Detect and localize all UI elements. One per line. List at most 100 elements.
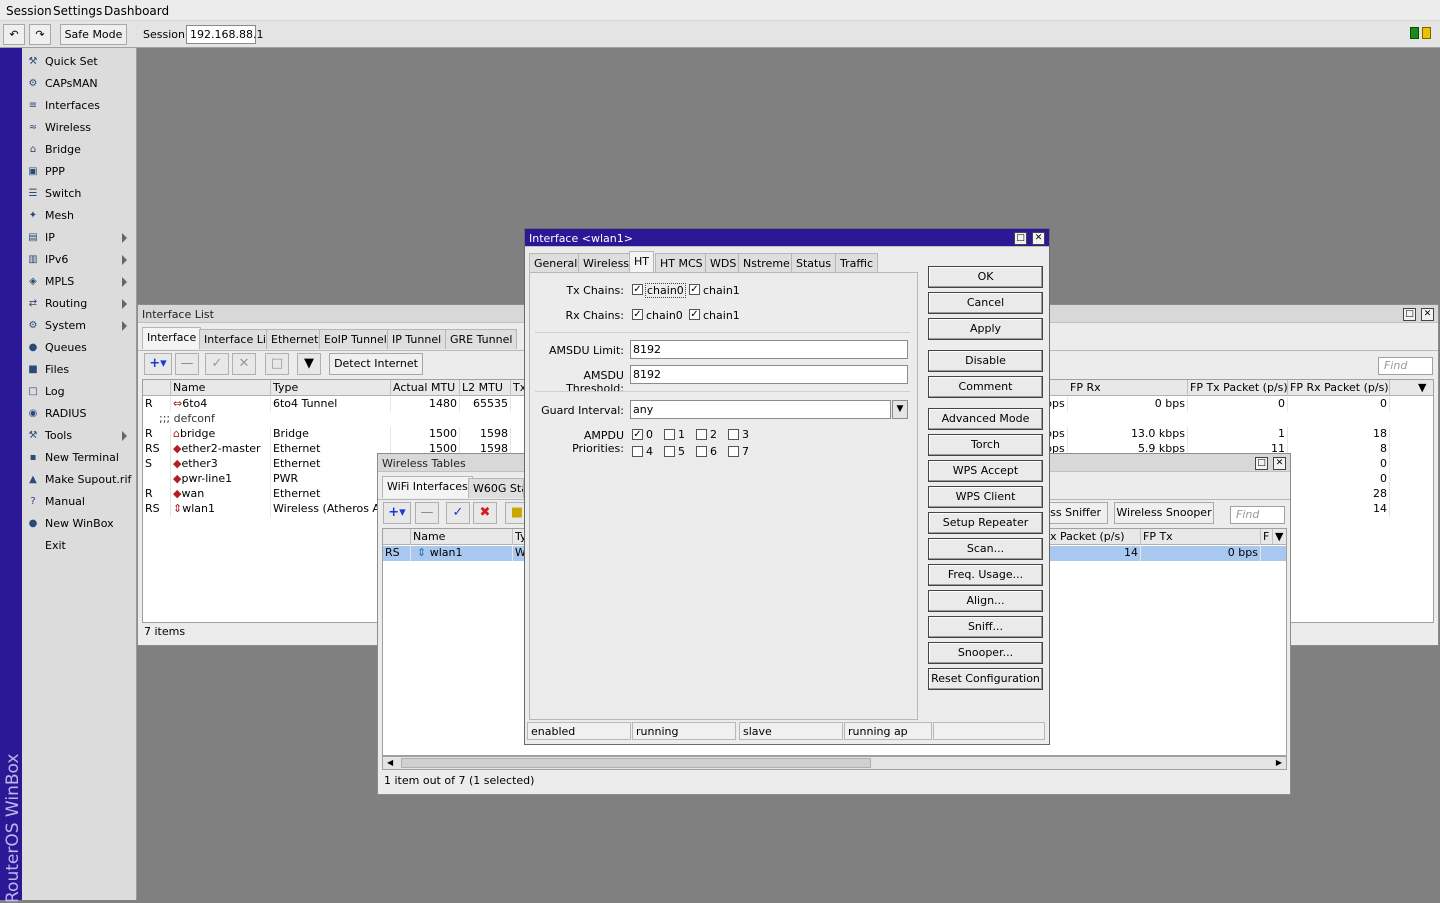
sidebar-item-ppp[interactable]: ▣ PPP <box>22 161 135 183</box>
wps-client-button[interactable]: WPS Client <box>928 486 1043 508</box>
sidebar-item-interfaces[interactable]: ≡ Interfaces <box>22 95 135 117</box>
scroll-left-icon[interactable]: ◀ <box>387 758 393 767</box>
torch-button[interactable]: Torch <box>928 434 1043 456</box>
align-button[interactable]: Align... <box>928 590 1043 612</box>
disable-icon[interactable]: ✕ <box>232 353 256 375</box>
sidebar-item-capsman[interactable]: ⚙ CAPsMAN <box>22 73 135 95</box>
maximize-icon[interactable]: □ <box>1014 232 1027 245</box>
tab-interface[interactable]: Interface <box>142 327 202 349</box>
remove-icon[interactable]: — <box>415 502 439 524</box>
comment-button[interactable]: Comment <box>928 376 1043 398</box>
priority-5-checkbox[interactable] <box>664 446 675 457</box>
menu-settings[interactable]: Settings <box>53 4 102 18</box>
tab-nstreme[interactable]: Nstreme <box>738 253 795 273</box>
priority-0-checkbox[interactable]: ✓ <box>632 429 643 440</box>
guard-interval-select[interactable]: any <box>630 400 891 419</box>
sidebar-item-exit[interactable]: Exit <box>22 535 135 557</box>
tab-ht-mcs[interactable]: HT MCS <box>655 253 708 273</box>
col-fp-rx-packet[interactable]: FP Rx Packet (p/s) <box>1288 380 1390 396</box>
maximize-icon[interactable]: □ <box>1255 457 1268 470</box>
scan-button[interactable]: Scan... <box>928 538 1043 560</box>
close-icon[interactable]: ✕ <box>1273 457 1286 470</box>
tab-wireless[interactable]: Wireless <box>578 253 635 273</box>
setup-repeater-button[interactable]: Setup Repeater <box>928 512 1043 534</box>
tab-w60g-station[interactable]: W60G Stat <box>468 478 524 498</box>
sniff-button[interactable]: Sniff... <box>928 616 1043 638</box>
col-name[interactable]: Name <box>171 380 271 396</box>
dialog-titlebar[interactable]: Interface <wlan1> □ ✕ <box>525 229 1049 247</box>
sidebar-item-quick-set[interactable]: ⚒ Quick Set <box>22 51 135 73</box>
redo-icon[interactable]: ↷ <box>29 24 51 45</box>
rx-chain1-checkbox[interactable]: ✓ <box>689 309 700 320</box>
session-field[interactable]: 192.168.88.1 <box>186 25 263 44</box>
scroll-thumb[interactable] <box>401 758 871 768</box>
scroll-right-icon[interactable]: ▶ <box>1276 758 1282 767</box>
apply-button[interactable]: Apply <box>928 318 1043 340</box>
undo-icon[interactable]: ↶ <box>3 24 25 45</box>
sidebar-item-new-winbox[interactable]: ● New WinBox <box>22 513 135 535</box>
enable-icon[interactable]: ✓ <box>205 353 229 375</box>
sidebar-item-files[interactable]: ■ Files <box>22 359 135 381</box>
sidebar-item-ip[interactable]: ▤ IP <box>22 227 135 249</box>
safe-mode-button[interactable]: Safe Mode <box>60 24 127 45</box>
columns-dropdown-icon[interactable]: ▼ <box>1416 380 1433 396</box>
sidebar-item-radius[interactable]: ◉ RADIUS <box>22 403 135 425</box>
sidebar-item-system[interactable]: ⚙ System <box>22 315 135 337</box>
priority-6-checkbox[interactable] <box>696 446 707 457</box>
col-type[interactable]: Type <box>271 380 391 396</box>
freq-usage-button[interactable]: Freq. Usage... <box>928 564 1043 586</box>
priority-3-checkbox[interactable] <box>728 429 739 440</box>
sidebar-item-mpls[interactable]: ◈ MPLS <box>22 271 135 293</box>
disable-icon[interactable]: ✖ <box>473 502 497 524</box>
sidebar-item-log[interactable]: □ Log <box>22 381 135 403</box>
tab-status[interactable]: Status <box>791 253 837 273</box>
sidebar-item-mesh[interactable]: ✦ Mesh <box>22 205 135 227</box>
find-input[interactable]: Find <box>1378 357 1433 375</box>
cancel-button[interactable]: Cancel <box>928 292 1043 314</box>
wireless-snooper-button[interactable]: Wireless Snooper <box>1114 502 1214 524</box>
col-actual-mtu[interactable]: Actual MTU <box>391 380 460 396</box>
sidebar-item-queues[interactable]: ● Queues <box>22 337 135 359</box>
col-fp-rx[interactable]: FP Rx <box>1068 380 1188 396</box>
sidebar-item-new-terminal[interactable]: ▪ New Terminal <box>22 447 135 469</box>
sidebar-item-make-supout-rif[interactable]: ▲ Make Supout.rif <box>22 469 135 491</box>
maximize-icon[interactable]: □ <box>1403 308 1416 321</box>
tab-ht[interactable]: HT <box>629 251 654 273</box>
add-icon[interactable]: +▾ <box>383 502 411 524</box>
enable-icon[interactable]: ✓ <box>446 502 470 524</box>
sidebar-item-bridge[interactable]: ⌂ Bridge <box>22 139 135 161</box>
advanced-mode-button[interactable]: Advanced Mode <box>928 408 1043 430</box>
priority-1-checkbox[interactable] <box>664 429 675 440</box>
ok-button[interactable]: OK <box>928 266 1043 288</box>
comment-icon[interactable]: □ <box>265 353 289 375</box>
col-l2-mtu[interactable]: L2 MTU <box>460 380 511 396</box>
tab-general[interactable]: General <box>529 253 583 273</box>
reset-configuration-button[interactable]: Reset Configuration <box>928 668 1043 690</box>
dropdown-arrow-icon[interactable]: ▼ <box>892 400 908 419</box>
menu-dashboard[interactable]: Dashboard <box>104 4 169 18</box>
tab-wds[interactable]: WDS <box>705 253 742 273</box>
horizontal-scrollbar[interactable]: ◀ ▶ <box>382 756 1287 770</box>
col-name[interactable]: Name <box>411 529 513 545</box>
close-icon[interactable]: ✕ <box>1032 232 1045 245</box>
rx-chain0-checkbox[interactable]: ✓ <box>632 309 643 320</box>
sidebar-item-wireless[interactable]: ≈ Wireless <box>22 117 135 139</box>
tab-traffic[interactable]: Traffic <box>835 253 879 273</box>
remove-icon[interactable]: — <box>175 353 199 375</box>
col-fp-tx-packet[interactable]: FP Tx Packet (p/s) <box>1188 380 1288 396</box>
col-tx-packet[interactable]: x Packet (p/s) <box>1048 529 1141 545</box>
col-fp-tx[interactable]: FP Tx <box>1141 529 1261 545</box>
amsdu-limit-field[interactable]: 8192 <box>630 340 908 359</box>
tab-eoip-tunnel[interactable]: EoIP Tunnel <box>319 329 392 349</box>
priority-2-checkbox[interactable] <box>696 429 707 440</box>
detect-internet-button[interactable]: Detect Internet <box>329 353 423 375</box>
sidebar-item-tools[interactable]: ⚒ Tools <box>22 425 135 447</box>
tx-chain0-checkbox[interactable]: ✓ <box>632 284 643 295</box>
sidebar-item-ipv6[interactable]: ▥ IPv6 <box>22 249 135 271</box>
sidebar-item-manual[interactable]: ? Manual <box>22 491 135 513</box>
priority-7-checkbox[interactable] <box>728 446 739 457</box>
add-icon[interactable]: +▾ <box>144 353 172 375</box>
filter-icon[interactable]: ▼ <box>297 353 321 375</box>
tab-ip-tunnel[interactable]: IP Tunnel <box>387 329 447 349</box>
tx-chain1-checkbox[interactable]: ✓ <box>689 284 700 295</box>
